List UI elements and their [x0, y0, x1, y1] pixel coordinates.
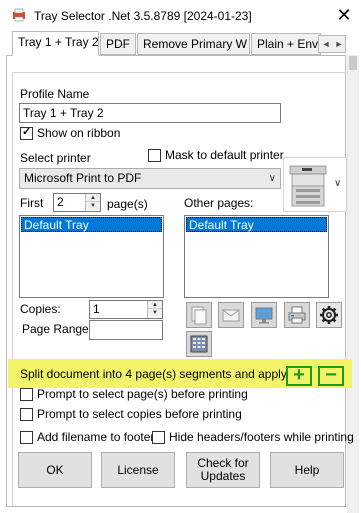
barcode-keypad-icon[interactable] — [186, 331, 212, 357]
help-button[interactable]: Help — [270, 452, 344, 488]
scrollbar-thumb[interactable] — [349, 56, 357, 70]
vertical-scrollbar[interactable] — [347, 55, 359, 513]
window-title: Tray Selector .Net 3.5.8789 [2024-01-23] — [34, 9, 252, 23]
printer-icon[interactable] — [284, 302, 310, 328]
spin-up-icon[interactable]: ▲ — [86, 194, 100, 202]
monitor-glyph — [255, 307, 273, 324]
mask-default-printer-label: Mask to default printer — [165, 148, 284, 162]
tab-pdf[interactable]: PDF — [100, 33, 136, 55]
copies-value: 1 — [93, 302, 100, 316]
tab-tray1-tray2[interactable]: Tray 1 + Tray 2 — [12, 31, 99, 56]
show-on-ribbon-label: Show on ribbon — [37, 126, 121, 140]
multifunction-printer-icon — [289, 165, 327, 207]
first-pages-spin-buttons[interactable]: ▲ ▼ — [85, 194, 100, 211]
add-filename-checkbox[interactable] — [20, 431, 33, 444]
tab-scroll-right-icon[interactable]: ► — [333, 38, 345, 50]
select-printer-label: Select printer — [20, 151, 91, 165]
check-updates-line2: Updates — [200, 469, 246, 483]
first-pages-stepper[interactable]: 2 ▲ ▼ — [53, 193, 101, 212]
other-pages-tray-list[interactable]: Default Tray — [184, 215, 329, 298]
spin-down-icon[interactable]: ▼ — [86, 202, 100, 210]
prompt-pages-checkbox[interactable] — [20, 388, 33, 401]
envelope-glyph — [222, 309, 240, 322]
printer-app-icon — [13, 8, 25, 22]
email-icon[interactable] — [218, 302, 244, 328]
prompt-copies-label: Prompt to select copies before printing — [37, 407, 242, 421]
spin-up-icon[interactable]: ▲ — [148, 301, 162, 309]
prompt-pages-label: Prompt to select page(s) before printing — [37, 387, 248, 401]
spin-down-icon[interactable]: ▼ — [148, 309, 162, 317]
remove-split-button[interactable]: − — [318, 365, 344, 386]
other-pages-label: Other pages: — [184, 196, 254, 210]
hide-headers-checkbox[interactable] — [152, 431, 165, 444]
split-document-label: Split document into 4 page(s) segments a… — [20, 367, 287, 381]
image-dropdown-arrow-icon: ∨ — [334, 178, 342, 189]
printer-dropdown[interactable]: Microsoft Print to PDF ∨ — [19, 168, 281, 189]
tab-remove-primary[interactable]: Remove Primary W — [137, 33, 250, 55]
tab-scroll-left-icon[interactable]: ◄ — [320, 38, 332, 50]
chevron-down-icon: ∨ — [268, 173, 276, 184]
license-button[interactable]: License — [101, 452, 175, 488]
first-label: First — [20, 196, 44, 210]
first-pages-value: 2 — [57, 195, 64, 209]
tab-scroll-control[interactable]: ◄ ► — [318, 35, 346, 53]
gear-glyph — [320, 306, 338, 324]
add-split-button[interactable]: + — [286, 365, 312, 386]
ok-button[interactable]: OK — [18, 452, 92, 488]
copies-label: Copies: — [20, 302, 61, 316]
list-item[interactable]: Default Tray — [21, 217, 162, 232]
printer-glyph — [288, 306, 306, 324]
tab-plain-envelope[interactable]: Plain + Enve — [251, 33, 321, 55]
settings-gear-icon[interactable] — [316, 302, 342, 328]
pages-label: page(s) — [107, 197, 148, 211]
printer-dropdown-value: Microsoft Print to PDF — [24, 171, 142, 185]
profile-name-label: Profile Name — [20, 87, 90, 101]
monitor-icon[interactable] — [251, 302, 277, 328]
list-item[interactable]: Default Tray — [186, 217, 327, 232]
mask-default-printer-checkbox[interactable] — [148, 149, 161, 162]
copy-pages-icon[interactable] — [186, 302, 212, 328]
show-on-ribbon-checkbox[interactable] — [20, 125, 33, 140]
copies-stepper[interactable]: 1 ▲ ▼ — [89, 300, 163, 319]
profile-name-input[interactable]: Tray 1 + Tray 2 — [19, 103, 281, 123]
close-button[interactable]: ✕ — [330, 2, 358, 28]
check-updates-button[interactable]: Check for Updates — [186, 452, 260, 488]
page-range-input[interactable] — [89, 320, 163, 340]
printer-image-selector[interactable]: ∨ — [283, 157, 347, 212]
copies-spin-buttons[interactable]: ▲ ▼ — [147, 301, 162, 318]
hide-headers-label: Hide headers/footers while printing — [169, 430, 354, 444]
page-range-label: Page Range: — [22, 322, 93, 336]
first-pages-tray-list[interactable]: Default Tray — [19, 215, 164, 298]
add-filename-label: Add filename to footer — [37, 430, 155, 444]
keypad-glyph — [190, 335, 208, 353]
prompt-copies-checkbox[interactable] — [20, 408, 33, 421]
copy-pages-glyph — [191, 306, 207, 325]
